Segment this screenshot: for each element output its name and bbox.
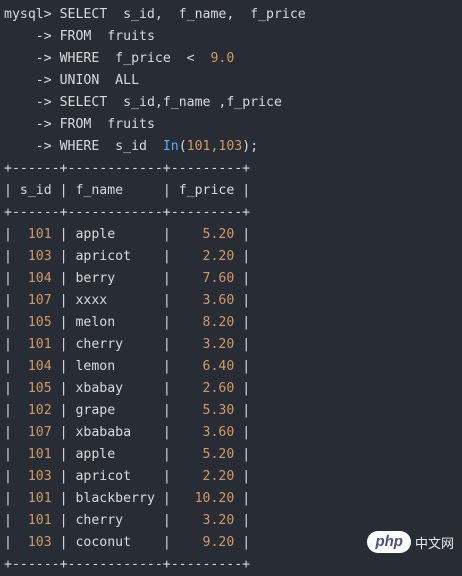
table-row: | 103 | apricot | 2.20 | <box>4 249 251 264</box>
cell-s-id: 103 <box>27 249 52 264</box>
continuation-prompt: -> <box>35 117 52 132</box>
table-border-mid: +------+------------+---------+ <box>4 205 251 220</box>
php-logo: php <box>367 531 411 553</box>
table-row: | 102 | grape | 5.30 | <box>4 403 251 418</box>
cell-s-id: 103 <box>27 469 52 484</box>
continuation-prompt: -> <box>35 95 52 110</box>
cell-s-id: 101 <box>27 491 52 506</box>
cell-f-name: apple <box>75 227 116 242</box>
cell-f-price: 5.30 <box>202 403 235 418</box>
table-row: | 107 | xxxx | 3.60 | <box>4 293 251 308</box>
query-text: WHERE s_id <box>59 139 163 154</box>
cell-s-id: 105 <box>27 315 52 330</box>
table-header-row: | s_id | f_name | f_price | <box>4 183 251 198</box>
cell-f-name: apricot <box>75 249 132 264</box>
cell-s-id: 101 <box>27 337 52 352</box>
query-line-1: mysql> SELECT s_id, f_name, f_price <box>4 4 306 26</box>
cell-s-id: 104 <box>27 271 52 286</box>
cell-f-price: 8.20 <box>202 315 235 330</box>
query-line-5: -> SELECT s_id,f_name ,f_price <box>4 92 282 114</box>
cell-f-price: 5.20 <box>202 447 235 462</box>
cell-f-name: lemon <box>75 359 116 374</box>
continuation-prompt: -> <box>35 29 52 44</box>
table-row: | 101 | blackberry | 10.20 | <box>4 491 251 506</box>
cell-f-price: 3.20 <box>202 337 235 352</box>
cell-f-price: 3.60 <box>202 293 235 308</box>
query-line-6: -> FROM fruits <box>4 114 155 136</box>
cell-s-id: 103 <box>27 535 52 550</box>
cell-f-price: 5.20 <box>202 227 235 242</box>
cell-f-name: apple <box>75 447 116 462</box>
query-text: SELECT s_id, f_name, f_price <box>59 7 306 22</box>
query-text: UNION ALL <box>59 73 140 88</box>
cell-f-price: 3.20 <box>202 513 235 528</box>
column-header-s-id: s_id <box>19 183 52 198</box>
column-header-f-name: f_name <box>75 183 124 198</box>
table-row: | 105 | xbabay | 2.60 | <box>4 381 251 396</box>
cell-f-name: grape <box>75 403 116 418</box>
column-header-f-price: f_price <box>178 183 235 198</box>
in-args-close: ); <box>242 139 259 154</box>
cell-f-price: 3.60 <box>202 425 235 440</box>
cell-f-price: 2.20 <box>202 469 235 484</box>
query-text: WHERE f_price < <box>59 51 211 66</box>
cell-f-name: xbababa <box>75 425 132 440</box>
cell-s-id: 101 <box>27 227 52 242</box>
query-line-7: -> WHERE s_id In(101,103); <box>4 136 258 158</box>
continuation-prompt: -> <box>35 73 52 88</box>
cell-s-id: 107 <box>27 425 52 440</box>
table-border-bottom: +------+------------+---------+ <box>4 557 251 572</box>
cell-s-id: 105 <box>27 381 52 396</box>
in-args: 101,103 <box>186 139 243 154</box>
query-text: FROM fruits <box>59 117 155 132</box>
cell-f-name: cherry <box>75 337 124 352</box>
table-row: | 101 | apple | 5.20 | <box>4 227 251 242</box>
cell-f-price: 9.20 <box>202 535 235 550</box>
continuation-prompt: -> <box>35 139 52 154</box>
query-line-4: -> UNION ALL <box>4 70 139 92</box>
mysql-prompt: mysql> <box>4 7 52 22</box>
cell-f-price: 7.60 <box>202 271 235 286</box>
cell-f-name: blackberry <box>75 491 155 506</box>
continuation-prompt: -> <box>35 51 52 66</box>
cell-s-id: 101 <box>27 447 52 462</box>
cell-f-name: cherry <box>75 513 124 528</box>
cell-f-price: 6.40 <box>202 359 235 374</box>
table-row: | 104 | berry | 7.60 | <box>4 271 251 286</box>
cell-f-name: apricot <box>75 469 132 484</box>
cell-s-id: 104 <box>27 359 52 374</box>
cell-s-id: 101 <box>27 513 52 528</box>
watermark-text: 中文网 <box>414 535 454 551</box>
query-text: SELECT s_id,f_name ,f_price <box>59 95 282 110</box>
watermark: php 中文网 <box>367 530 454 554</box>
cell-f-name: coconut <box>75 535 132 550</box>
table-row: | 101 | cherry | 3.20 | <box>4 513 251 528</box>
cell-s-id: 107 <box>27 293 52 308</box>
in-function: In <box>162 139 179 154</box>
cell-s-id: 102 <box>27 403 52 418</box>
table-border-top: +------+------------+---------+ <box>4 161 251 176</box>
cell-f-name: xxxx <box>75 293 108 308</box>
cell-f-price: 10.20 <box>194 491 235 506</box>
query-text: FROM fruits <box>59 29 155 44</box>
table-row: | 103 | coconut | 9.20 | <box>4 535 251 550</box>
table-row: | 101 | apple | 5.20 | <box>4 447 251 462</box>
in-args-open: ( <box>178 139 187 154</box>
cell-f-price: 2.20 <box>202 249 235 264</box>
table-row: | 104 | lemon | 6.40 | <box>4 359 251 374</box>
cell-f-name: melon <box>75 315 116 330</box>
table-row: | 103 | apricot | 2.20 | <box>4 469 251 484</box>
cell-f-price: 2.60 <box>202 381 235 396</box>
table-row: | 105 | melon | 8.20 | <box>4 315 251 330</box>
cell-f-name: berry <box>75 271 116 286</box>
numeric-literal: 9.0 <box>210 51 235 66</box>
table-row: | 101 | cherry | 3.20 | <box>4 337 251 352</box>
table-row: | 107 | xbababa | 3.60 | <box>4 425 251 440</box>
query-line-3: -> WHERE f_price < 9.0 <box>4 48 235 70</box>
cell-f-name: xbabay <box>75 381 124 396</box>
query-line-2: -> FROM fruits <box>4 26 155 48</box>
